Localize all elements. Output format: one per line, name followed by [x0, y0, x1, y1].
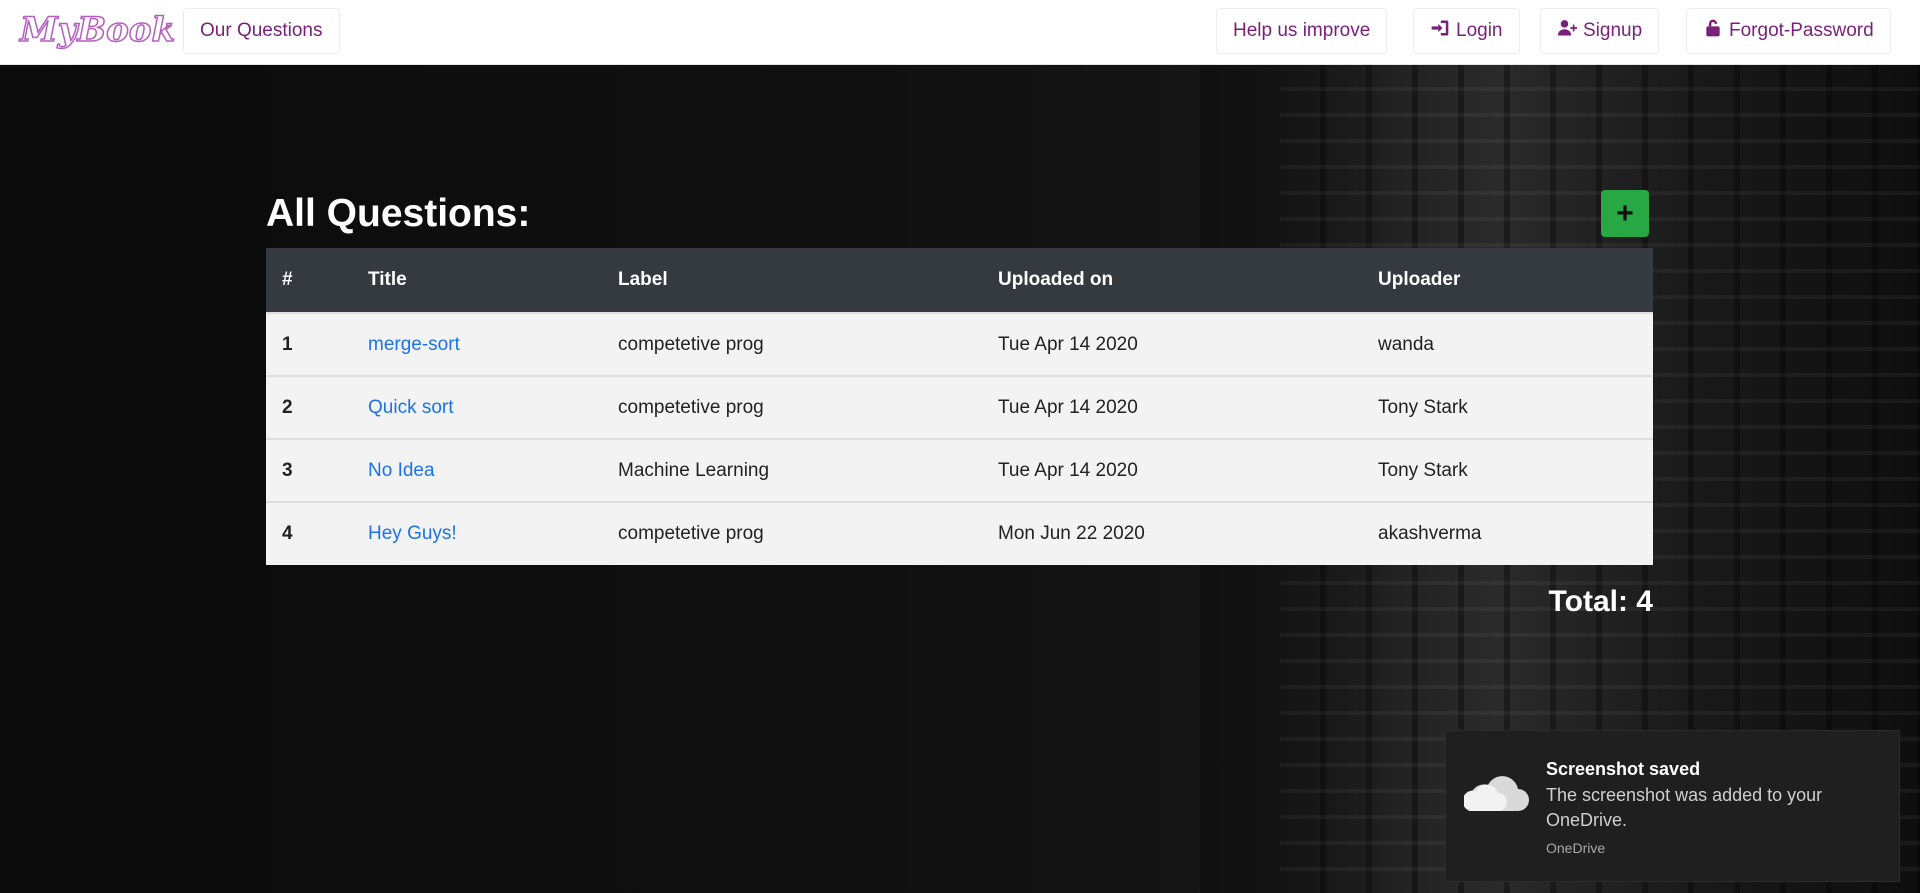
row-uploader: Tony Stark — [1362, 438, 1653, 502]
user-plus-icon — [1557, 18, 1577, 44]
add-question-button[interactable]: + — [1601, 190, 1649, 237]
questions-table: # Title Label Uploaded on Uploader 1 mer… — [266, 248, 1653, 565]
nav-forgot-label: Forgot-Password — [1729, 20, 1874, 41]
header-uploaded-on: Uploaded on — [982, 248, 1362, 313]
nav-forgot-password[interactable]: Forgot-Password — [1686, 8, 1891, 54]
question-title-link[interactable]: No Idea — [368, 460, 435, 481]
row-num: 2 — [266, 375, 352, 439]
header-label: Label — [602, 248, 982, 313]
nav-help-label: Help us improve — [1233, 20, 1371, 41]
page-title: All Questions: — [266, 192, 531, 235]
nav-login-label: Login — [1456, 20, 1503, 41]
row-uploader: Tony Stark — [1362, 375, 1653, 439]
row-date: Tue Apr 14 2020 — [982, 312, 1362, 376]
question-title-link[interactable]: Hey Guys! — [368, 523, 457, 544]
header-num: # — [266, 248, 352, 313]
nav-our-questions[interactable]: Our Questions — [183, 8, 340, 54]
question-title-link[interactable]: merge-sort — [368, 334, 460, 355]
row-label: competetive prog — [602, 501, 982, 565]
table-row: 3 No Idea Machine Learning Tue Apr 14 20… — [266, 438, 1653, 502]
row-num: 3 — [266, 438, 352, 502]
header-title: Title — [352, 248, 602, 313]
navbar: MyBook Our Questions Help us improve Log… — [0, 0, 1920, 65]
table-row: 2 Quick sort competetive prog Tue Apr 14… — [266, 375, 1653, 439]
total-count: Total: 4 — [1548, 585, 1653, 618]
row-uploader: akashverma — [1362, 501, 1653, 565]
row-num: 1 — [266, 312, 352, 376]
nav-help-us-improve[interactable]: Help us improve — [1216, 8, 1388, 54]
toast-title: Screenshot saved — [1546, 759, 1701, 779]
row-label: Machine Learning — [602, 438, 982, 502]
nav-signup-label: Signup — [1583, 20, 1643, 41]
nav-login[interactable]: Login — [1413, 8, 1520, 54]
row-uploader: wanda — [1362, 312, 1653, 376]
unlock-icon — [1703, 18, 1723, 44]
sign-in-icon — [1430, 18, 1450, 44]
row-label: competetive prog — [602, 312, 982, 376]
header-uploader: Uploader — [1362, 248, 1653, 313]
brand-logo[interactable]: MyBook — [19, 9, 176, 51]
table-row: 4 Hey Guys! competetive prog Mon Jun 22 … — [266, 501, 1653, 565]
row-date: Mon Jun 22 2020 — [982, 501, 1362, 565]
row-date: Tue Apr 14 2020 — [982, 375, 1362, 439]
nav-our-questions-label: Our Questions — [200, 20, 323, 41]
row-num: 4 — [266, 501, 352, 565]
toast-source: OneDrive — [1546, 840, 1606, 856]
row-date: Tue Apr 14 2020 — [982, 438, 1362, 502]
onedrive-toast-notification[interactable]: Screenshot saved The screenshot was adde… — [1445, 730, 1900, 882]
nav-signup[interactable]: Signup — [1540, 8, 1660, 54]
row-label: competetive prog — [602, 375, 982, 439]
toast-body: The screenshot was added to your OneDriv… — [1546, 785, 1823, 830]
onedrive-cloud-icon — [1462, 767, 1530, 815]
table-header-row: # Title Label Uploaded on Uploader — [266, 248, 1653, 313]
question-title-link[interactable]: Quick sort — [368, 397, 454, 418]
table-row: 1 merge-sort competetive prog Tue Apr 14… — [266, 312, 1653, 376]
